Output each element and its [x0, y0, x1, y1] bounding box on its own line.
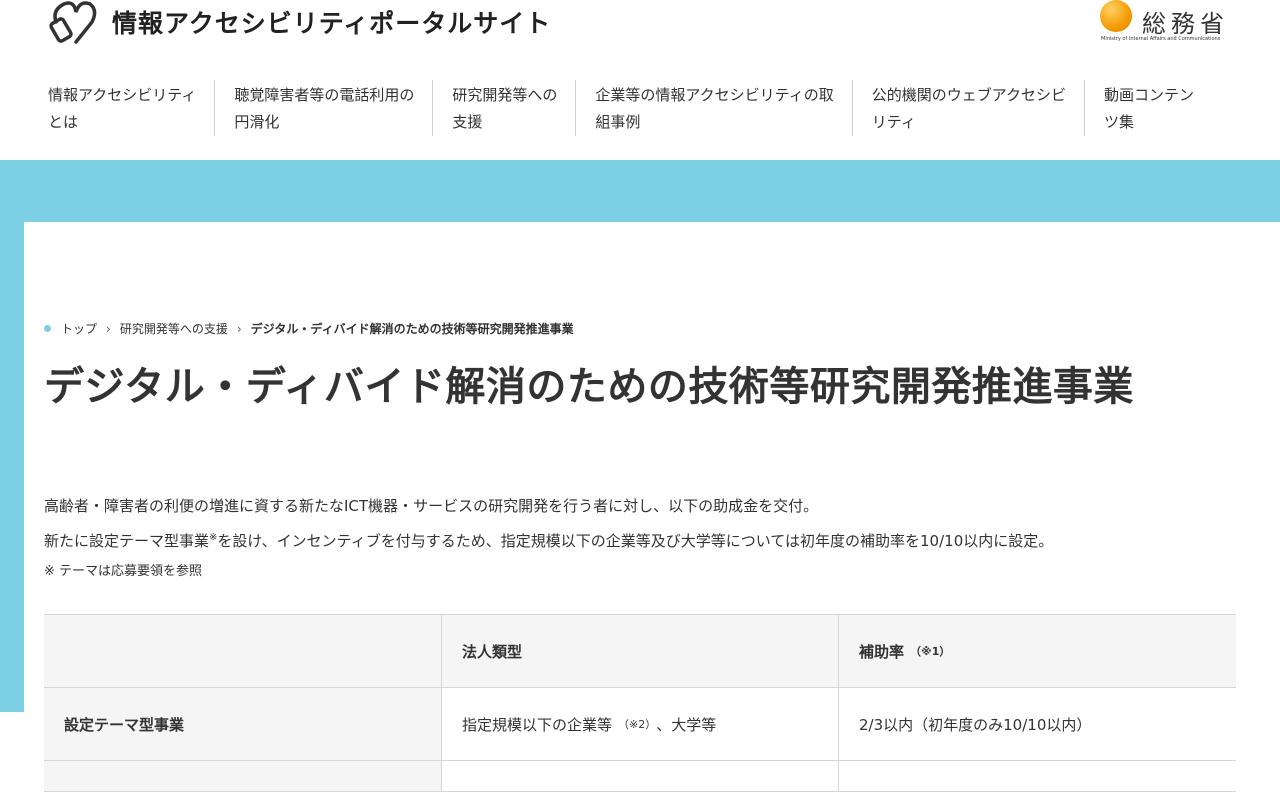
- table-row: [44, 761, 1236, 792]
- breadcrumb-chevron-icon: ›: [106, 321, 111, 336]
- intro-line-2: 新たに設定テーマ型事業※を設け、インセンティブを付与するため、指定規模以下の企業…: [44, 522, 1053, 557]
- breadcrumb-current: デジタル・ディバイド解消のための技術等研究開発推進事業: [250, 322, 574, 336]
- table-cell-entity-main: 指定規模以下の企業等: [462, 715, 613, 734]
- table-cell-entity-tail: 、大学等: [656, 715, 717, 734]
- breadcrumb-parent[interactable]: 研究開発等への支援: [120, 320, 228, 337]
- intro-line-2-a: 新たに設定テーマ型事業: [44, 532, 210, 550]
- nav-label-line2: とは: [48, 113, 79, 131]
- site-header: 情報アクセシビリティポータルサイト 総務省 Ministry of Intern…: [0, 0, 1280, 160]
- ministry-name-en: Ministry of Internal Affairs and Communi…: [1101, 36, 1221, 42]
- nav-label-line2: リティ: [871, 113, 916, 131]
- breadcrumb-chevron-icon: ›: [236, 321, 242, 336]
- ministry-name-jp: 総務省: [1142, 10, 1229, 38]
- nav-label-line2: 組事例: [595, 113, 641, 131]
- hero-band: [0, 160, 1280, 222]
- table-header-rate-label: 補助率: [859, 642, 905, 661]
- intro-line-1: 高齢者・障害者の利便の増進に資する新たなICT機器・サービスの研究開発を行う者に…: [44, 497, 819, 515]
- table-cell-rate: 2/3以内（初年度のみ10/10以内）: [838, 688, 1236, 760]
- table-header-entity: 法人類型: [441, 615, 838, 687]
- table-cell-type: [44, 761, 441, 791]
- nav-item-about-accessibility[interactable]: 情報アクセシビリティ とは: [44, 80, 214, 136]
- table-cell-entity: 指定規模以下の企業等 （※2） 、大学等: [441, 688, 838, 760]
- table-cell-type: 設定テーマ型事業: [44, 688, 441, 760]
- table-header-rate: 補助率 （※1）: [838, 615, 1236, 687]
- nav-label-line1: 情報アクセシビリティ: [48, 86, 197, 104]
- breadcrumb: トップ › 研究開発等への支援 › デジタル・ディバイド解消のための技術等研究開…: [44, 320, 574, 337]
- nav-label-line1: 動画コンテン: [1104, 86, 1195, 104]
- nav-label-line1: 公的機関のウェブアクセシビ: [871, 86, 1067, 104]
- table-header-empty: [44, 615, 441, 687]
- site-title[interactable]: 情報アクセシビリティポータルサイト: [112, 4, 551, 40]
- accessibility-logo-icon[interactable]: [46, 0, 100, 48]
- intro-line-2-b: を設け、インセンティブを付与するため、指定規模以下の企業等及び大学等については初…: [217, 532, 1054, 550]
- nav-item-telephone-relay[interactable]: 聴覚障害者等の電話利用の 円滑化: [214, 80, 432, 136]
- table-header-row: 法人類型 補助率 （※1）: [44, 615, 1236, 688]
- breadcrumb-dot-icon: [44, 325, 51, 332]
- table-cell-entity-note: （※2）: [618, 718, 657, 731]
- nav-item-public-web-accessibility[interactable]: 公的機関のウェブアクセシビ リティ: [851, 80, 1084, 136]
- nav-label-line2: 支援: [452, 113, 483, 131]
- nav-item-rd-support[interactable]: 研究開発等への 支援: [432, 80, 575, 136]
- intro-text: 高齢者・障害者の利便の増進に資する新たなICT機器・サービスの研究開発を行う者に…: [44, 491, 1053, 557]
- nav-label-line1: 聴覚障害者等の電話利用の: [234, 86, 415, 104]
- nav-label-line2: ツ集: [1104, 113, 1135, 131]
- nav-item-corporate-cases[interactable]: 企業等の情報アクセシビリティの取 組事例: [575, 80, 851, 136]
- nav-label-line2: 円滑化: [234, 113, 280, 131]
- table-header-rate-note: （※1）: [910, 645, 951, 658]
- table-cell-rate: [838, 761, 1236, 791]
- table-row: 設定テーマ型事業 指定規模以下の企業等 （※2） 、大学等 2/3以内（初年度のみ1…: [44, 688, 1236, 761]
- subsidy-table: 法人類型 補助率 （※1） 設定テーマ型事業 指定規模以下の企業等 （※2） 、大学等…: [44, 614, 1236, 792]
- ministry-logo[interactable]: 総務省 Ministry of Internal Affairs and Com…: [1100, 0, 1236, 46]
- nav-item-video-contents[interactable]: 動画コンテン ツ集: [1084, 80, 1212, 136]
- hero-band-left-edge: [0, 222, 24, 712]
- ministry-emblem-icon: [1100, 0, 1132, 32]
- nav-label-line1: 研究開発等への: [452, 86, 558, 104]
- page-title: デジタル・ディバイド解消のための技術等研究開発推進事業: [44, 364, 1134, 410]
- global-nav: 情報アクセシビリティ とは 聴覚障害者等の電話利用の 円滑化 研究開発等への 支…: [44, 80, 1212, 136]
- table-cell-entity: [441, 761, 838, 791]
- theme-note: ※ テーマは応募要領を参照: [44, 564, 203, 579]
- breadcrumb-home[interactable]: トップ: [61, 320, 97, 337]
- nav-label-line1: 企業等の情報アクセシビリティの取: [595, 86, 834, 104]
